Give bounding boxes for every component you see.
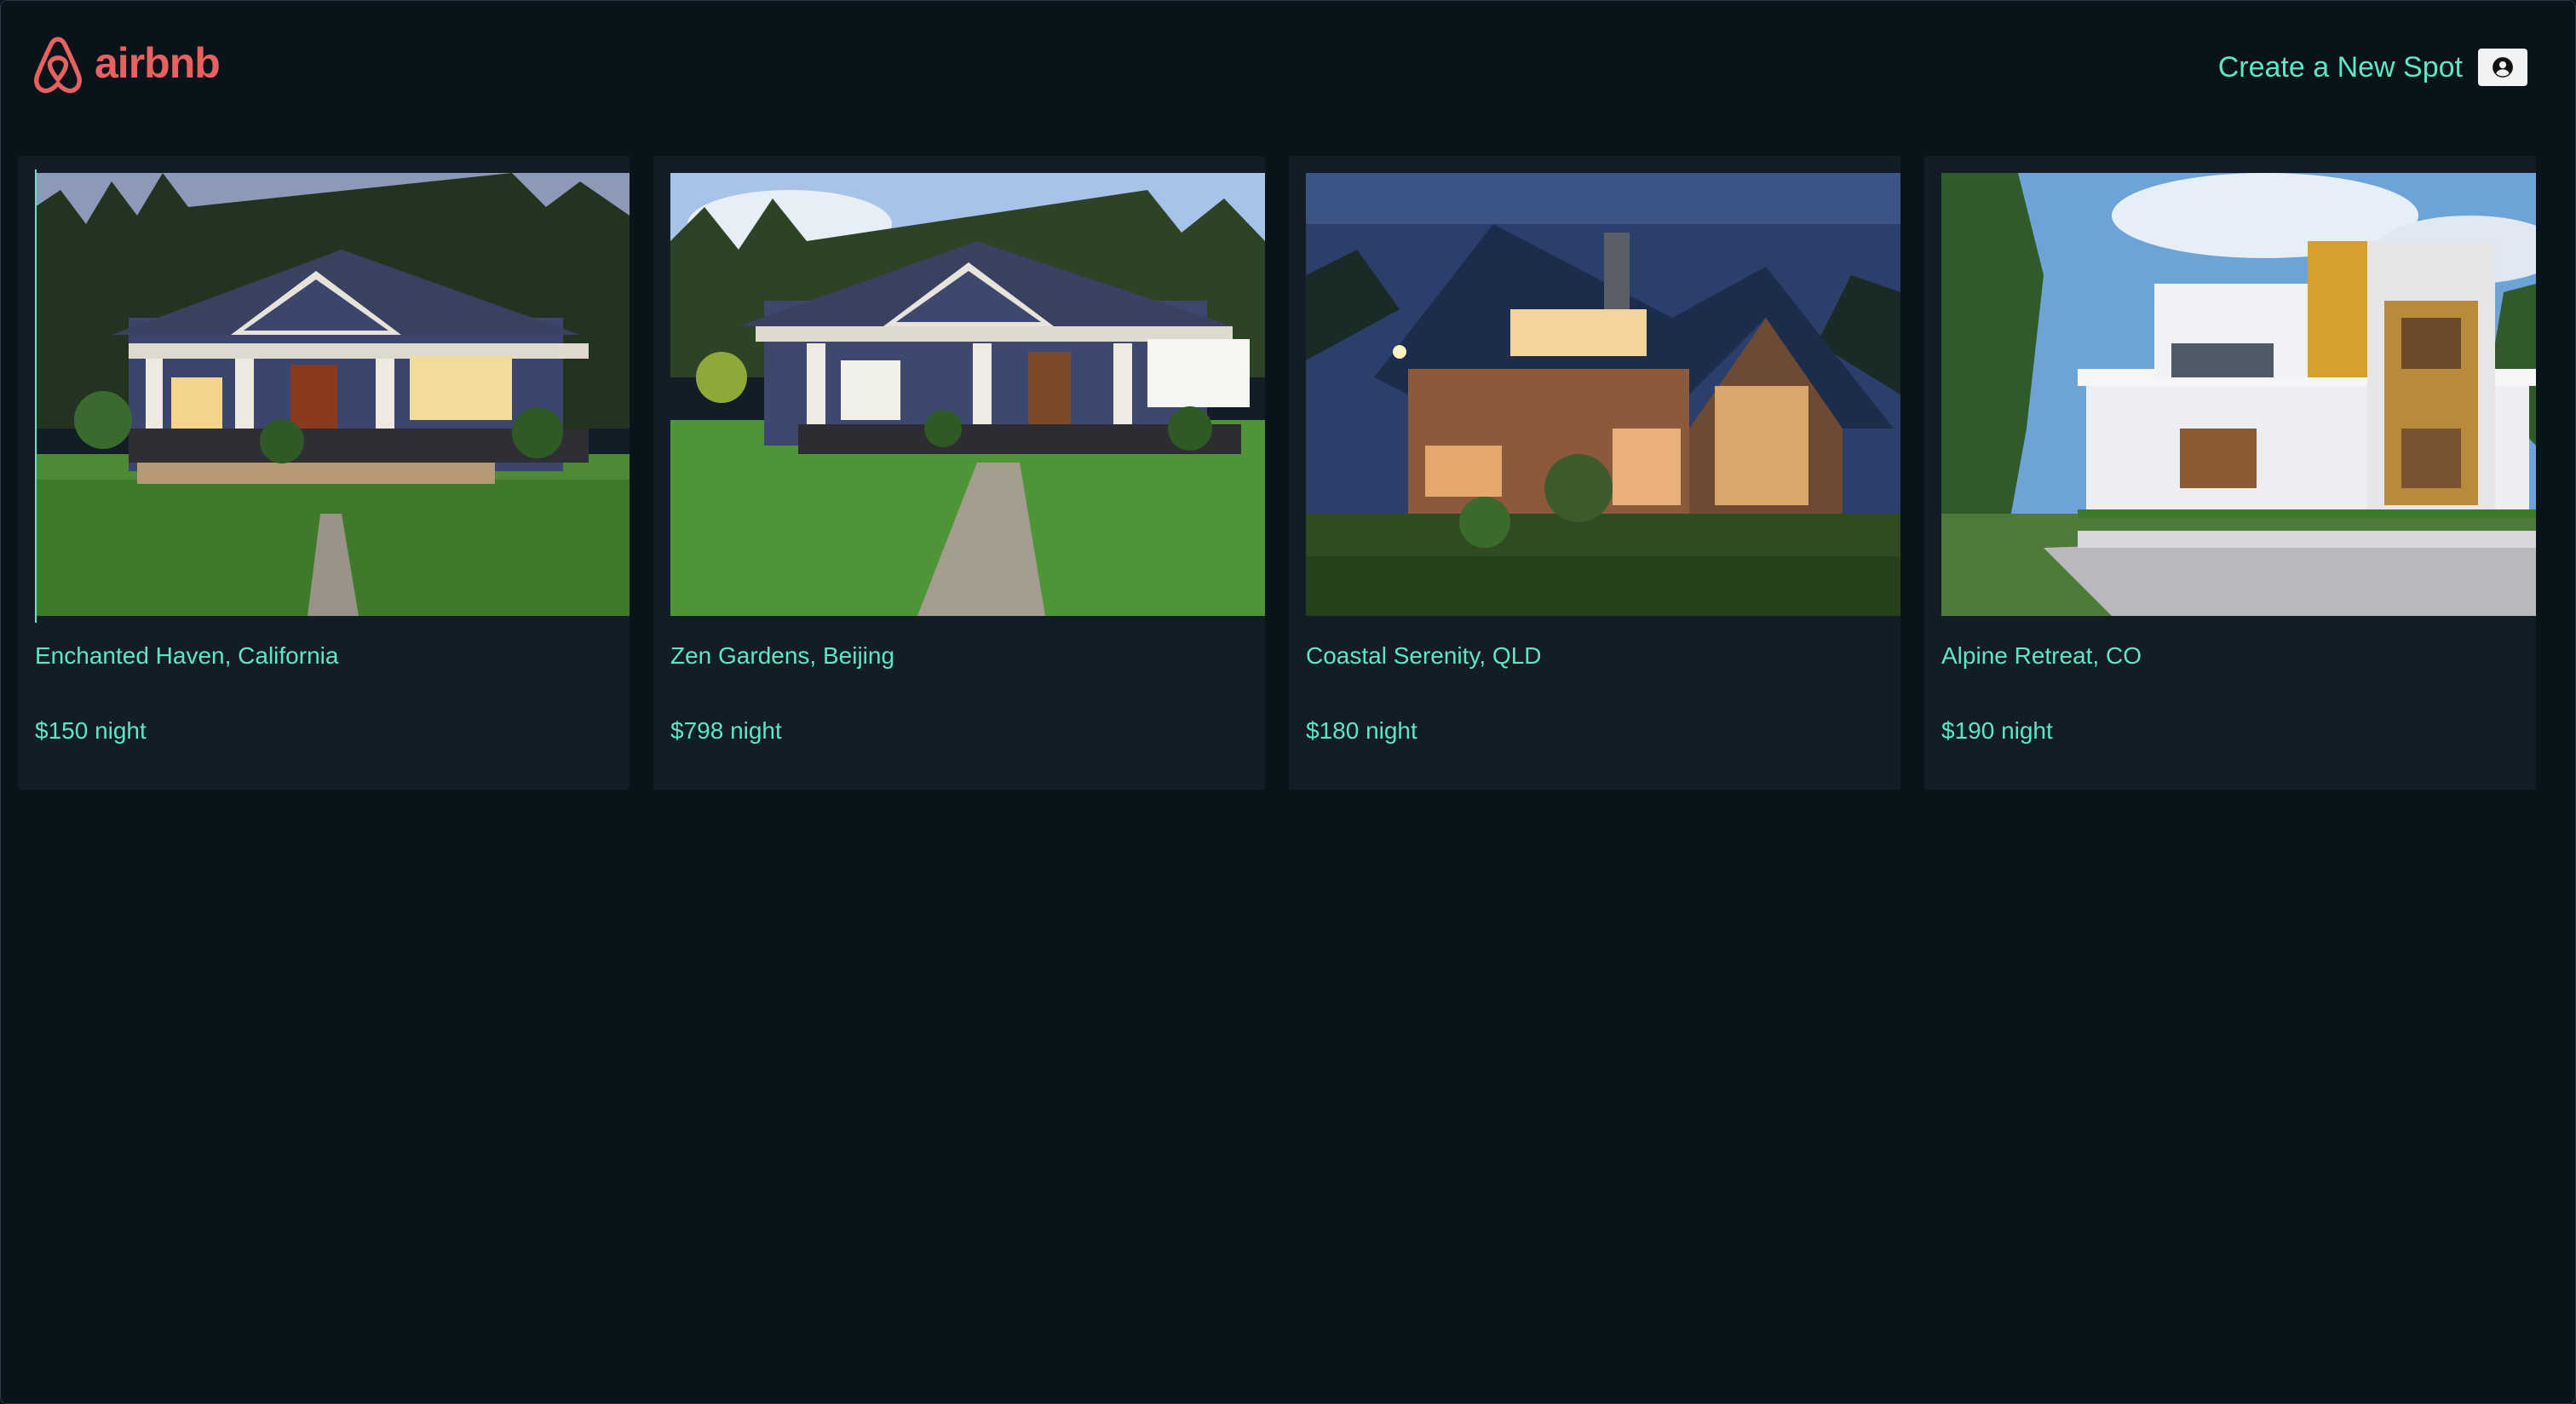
spot-card[interactable]: Enchanted Haven, California $150 night [18, 156, 630, 790]
home-logo-link[interactable]: airbnb [30, 35, 221, 96]
spot-card[interactable]: Zen Gardens, Beijing $798 night [653, 156, 1265, 790]
brand-name: airbnb [95, 39, 221, 87]
create-new-spot-link[interactable]: Create a New Spot [2218, 50, 2463, 84]
spots-grid: Enchanted Haven, California $150 night Z… [18, 156, 2536, 790]
spot-image[interactable] [35, 173, 630, 616]
profile-menu-button[interactable] [2478, 49, 2527, 86]
spot-title[interactable]: Coastal Serenity, QLD [1306, 642, 1542, 670]
spot-title[interactable]: Enchanted Haven, California [35, 642, 338, 670]
spot-image[interactable] [1941, 173, 2536, 616]
spot-image[interactable] [670, 173, 1265, 616]
spot-title[interactable]: Zen Gardens, Beijing [670, 642, 894, 670]
spot-price: $798 night [670, 717, 782, 744]
spot-price: $150 night [35, 717, 147, 744]
airbnb-belo-icon [34, 37, 82, 94]
spot-card[interactable]: Alpine Retreat, CO $190 night [1924, 156, 2536, 790]
spot-image[interactable] [1306, 173, 1900, 616]
spot-price: $190 night [1941, 717, 2053, 744]
top-nav: airbnb Create a New Spot [1, 1, 2575, 137]
spot-title[interactable]: Alpine Retreat, CO [1941, 642, 2142, 670]
focus-indicator [35, 170, 37, 623]
app-window: airbnb Create a New Spot Enchanted Haven… [0, 0, 2576, 1404]
spot-card[interactable]: Coastal Serenity, QLD $180 night [1289, 156, 1900, 790]
spot-price: $180 night [1306, 717, 1417, 744]
user-circle-icon [2493, 57, 2513, 78]
